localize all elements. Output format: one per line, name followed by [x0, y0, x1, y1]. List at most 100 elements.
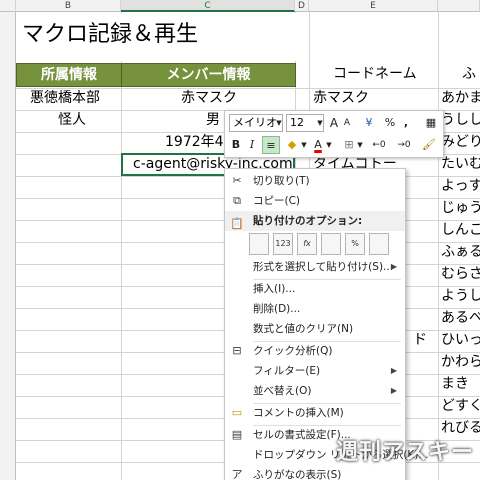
header-codename[interactable]: コードネーム — [333, 64, 417, 85]
paste-button[interactable] — [249, 233, 269, 255]
menu-item-label: ふりがなの表示(S) — [253, 469, 342, 480]
paste-values-button[interactable]: 123 — [273, 233, 293, 255]
cell-f10[interactable]: ふぁる — [441, 242, 480, 263]
menu-item-label: コピー(C) — [253, 195, 301, 207]
cell-c5[interactable]: 1972年4月 — [165, 132, 223, 153]
paste-link-button[interactable] — [369, 233, 389, 255]
menu-item-label: クイック分析(Q) — [253, 345, 333, 357]
menu-item-label: 並べ替え(O) — [253, 385, 312, 397]
menu-item-phonetic[interactable]: ア ふりがなの表示(S) — [225, 465, 405, 480]
chevron-down-icon[interactable]: ▼ — [325, 136, 333, 154]
cell-f4[interactable]: うしし — [441, 110, 480, 131]
cell-c4[interactable]: 男 — [206, 110, 220, 131]
percent-button[interactable]: % — [383, 114, 397, 132]
column-header-c[interactable]: C — [121, 0, 295, 12]
format-cells-icon: ▤ — [231, 428, 243, 441]
shrink-font-button[interactable]: A — [341, 114, 353, 132]
menu-item-label: 削除(D)... — [253, 303, 301, 315]
chevron-down-icon[interactable]: ▼ — [356, 136, 364, 154]
cell-e3[interactable]: 赤マスク — [313, 88, 369, 109]
header-furigana[interactable]: ふ — [462, 64, 476, 85]
menu-item-label: コメントの挿入(M) — [253, 407, 344, 419]
header-affiliation[interactable]: 所属情報 — [16, 63, 122, 87]
cell-f3[interactable]: あかま — [441, 88, 480, 109]
menu-item-copy[interactable]: ⧉ コピー(C) — [225, 191, 405, 211]
row-header-strip[interactable] — [0, 12, 16, 480]
fill-color-icon[interactable]: ◆ — [284, 136, 300, 154]
menu-item-sort[interactable]: 並べ替え(O) ▶ — [225, 381, 405, 401]
paste-label: fx — [303, 239, 311, 248]
menu-item-label: 数式と値のクリア(N) — [253, 323, 354, 335]
comma-style-button[interactable]: , — [400, 114, 412, 132]
table-format-icon[interactable]: ▦ — [423, 114, 439, 132]
spreadsheet-window: B C D E マクロ記録＆再生 所属情報 メンバー情報 コードネーム ふ 悪徳… — [0, 0, 480, 480]
paste-label: % — [351, 239, 359, 248]
clipboard-icon: 📋 — [230, 217, 244, 230]
chevron-down-icon[interactable]: ▼ — [275, 114, 283, 132]
menu-item-label: 切り取り(T) — [253, 175, 310, 187]
menu-item-paste-special[interactable]: 形式を選択して貼り付け(S)... ▶ — [225, 257, 405, 277]
cell-f7[interactable]: よっす — [441, 176, 480, 197]
menu-item-label: 挿入(I)... — [253, 283, 296, 295]
column-header-d[interactable]: D — [295, 0, 309, 12]
italic-button[interactable]: I — [245, 136, 259, 154]
menu-item-insert[interactable]: 挿入(I)... — [225, 279, 405, 299]
cell-f9[interactable]: しんこ — [441, 220, 480, 241]
menu-item-cut[interactable]: ✂ 切り取り(T) — [225, 171, 405, 191]
cell-e14[interactable]: ド — [413, 330, 427, 351]
font-color-button[interactable]: A — [311, 136, 325, 154]
paste-formulas-button[interactable]: fx — [297, 233, 317, 255]
cell-f6[interactable]: たいむ — [441, 154, 480, 175]
cell-f11[interactable]: むらさ — [441, 264, 480, 285]
borders-icon[interactable]: ⊞ — [341, 136, 357, 154]
chevron-right-icon: ▶ — [390, 386, 397, 395]
menu-item-filter[interactable]: フィルター(E) ▶ — [225, 361, 405, 381]
menu-item-quick-analysis[interactable]: ⊟ クイック分析(Q) — [225, 341, 405, 361]
grid-line — [438, 12, 439, 480]
chevron-down-icon[interactable]: ▼ — [300, 136, 308, 154]
paste-formatting-button[interactable]: % — [345, 233, 365, 255]
chevron-down-icon[interactable]: ▼ — [316, 114, 324, 132]
menu-item-clear[interactable]: 数式と値のクリア(N) — [225, 319, 405, 339]
column-header-b[interactable]: B — [16, 0, 121, 12]
cell-f14[interactable]: ひいっ — [441, 330, 480, 351]
copy-icon: ⧉ — [233, 194, 241, 207]
decrease-decimal-button[interactable]: →0 — [393, 136, 415, 154]
menu-item-label: フィルター(E) — [253, 365, 321, 377]
cell-c3[interactable]: 赤マスク — [181, 88, 237, 109]
bold-button[interactable]: B — [229, 136, 243, 154]
mini-toolbar: メイリオ ▼ 12 ▼ A A ¥ % , ▦ B I ≡ ◆ ▼ A ▼ ⊞ … — [224, 110, 444, 158]
section-label: 貼り付けのオプション: — [253, 215, 363, 227]
column-header-e[interactable]: E — [309, 0, 438, 12]
cell-f12[interactable]: ようし — [441, 286, 480, 307]
paste-transpose-button[interactable] — [321, 233, 341, 255]
cell-f8[interactable]: じゅう — [441, 198, 480, 219]
sheet-title: マクロ記録＆再生 — [22, 22, 199, 47]
quick-analysis-icon: ⊟ — [232, 344, 242, 357]
cell-b3[interactable]: 悪徳橋本部 — [30, 88, 100, 109]
currency-format-button[interactable]: ¥ — [358, 114, 380, 132]
select-all-corner[interactable] — [0, 0, 16, 12]
cell-f16[interactable]: まき — [441, 374, 469, 395]
menu-item-insert-comment[interactable]: ▭ コメントの挿入(M) — [225, 403, 405, 423]
watermark-logo: 週刊アスキー — [335, 440, 474, 465]
scissors-icon: ✂ — [232, 174, 242, 187]
chevron-right-icon: ▶ — [390, 366, 397, 375]
cell-f15[interactable]: かわら — [441, 352, 480, 373]
header-member[interactable]: メンバー情報 — [121, 63, 296, 87]
comment-icon: ▭ — [231, 406, 243, 419]
column-header-f[interactable] — [438, 0, 480, 12]
increase-decimal-button[interactable]: ←0 — [368, 136, 390, 154]
cell-f13[interactable]: あるべ — [441, 308, 480, 329]
cell-f17[interactable]: どすく — [441, 396, 480, 417]
chevron-right-icon: ▶ — [390, 262, 397, 271]
cell-f5[interactable]: みどり — [441, 132, 480, 153]
paste-label: 123 — [275, 239, 291, 248]
format-painter-icon[interactable]: 🖌 — [421, 136, 437, 154]
menu-item-label: 形式を選択して貼り付け(S)... — [253, 261, 394, 273]
grow-font-button[interactable]: A — [328, 114, 340, 132]
align-center-button[interactable]: ≡ — [262, 136, 280, 154]
paste-options-heading: 📋 貼り付けのオプション: — [225, 211, 405, 231]
cell-b4[interactable]: 怪人 — [58, 110, 86, 131]
menu-item-delete[interactable]: 削除(D)... — [225, 299, 405, 319]
